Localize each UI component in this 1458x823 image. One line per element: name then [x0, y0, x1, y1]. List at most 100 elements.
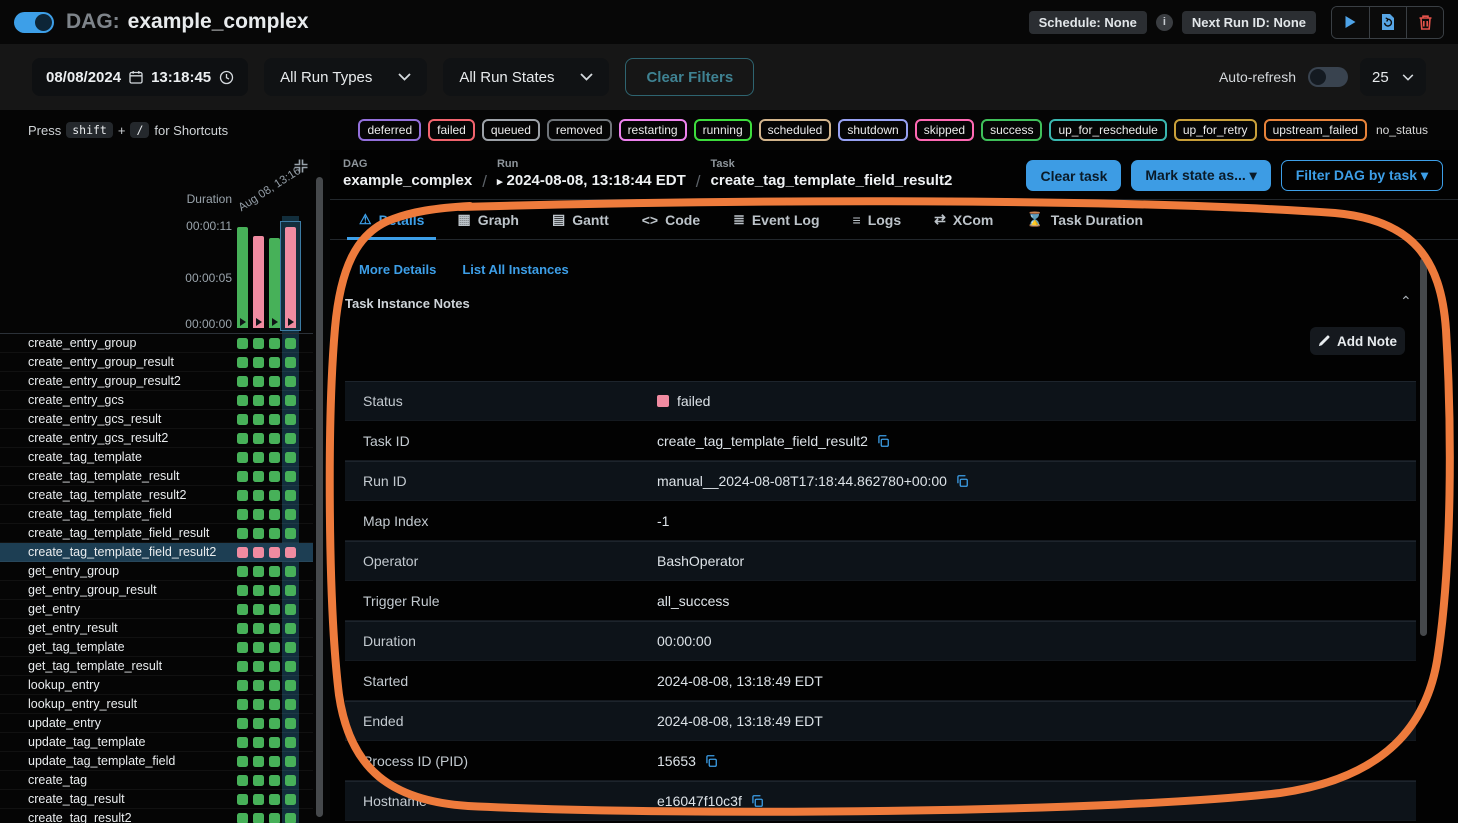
task-instance-square[interactable] — [237, 756, 248, 767]
task-instance-square[interactable] — [269, 338, 280, 349]
task-instance-square[interactable] — [237, 528, 248, 539]
task-instance-square[interactable] — [285, 452, 296, 463]
page-size-select[interactable]: 25 — [1360, 58, 1426, 96]
task-instance-square[interactable] — [237, 357, 248, 368]
task-instance-square[interactable] — [269, 452, 280, 463]
trigger-dag-button[interactable] — [1332, 7, 1369, 38]
mark-state-button[interactable]: Mark state as... ▾ — [1131, 160, 1270, 191]
scrollbar-thumb[interactable] — [316, 177, 323, 817]
task-row-create_entry_group_result[interactable]: create_entry_group_result — [0, 353, 313, 372]
task-instance-square[interactable] — [253, 452, 264, 463]
task-instance-square[interactable] — [269, 680, 280, 691]
task-row-lookup_entry[interactable]: lookup_entry — [0, 676, 313, 695]
legend-badge-running[interactable]: running — [694, 119, 752, 141]
task-row-get_tag_template_result[interactable]: get_tag_template_result — [0, 657, 313, 676]
legend-badge-scheduled[interactable]: scheduled — [759, 119, 832, 141]
task-instance-square[interactable] — [237, 471, 248, 482]
task-instance-square[interactable] — [285, 718, 296, 729]
task-instance-square[interactable] — [237, 680, 248, 691]
task-instance-square[interactable] — [285, 528, 296, 539]
task-instance-square[interactable] — [237, 718, 248, 729]
task-instance-square[interactable] — [237, 338, 248, 349]
task-row-update_entry[interactable]: update_entry — [0, 714, 313, 733]
task-instance-square[interactable] — [285, 414, 296, 425]
task-instance-square[interactable] — [269, 528, 280, 539]
task-instance-square[interactable] — [269, 813, 280, 823]
task-instance-square[interactable] — [285, 680, 296, 691]
task-instance-square[interactable] — [269, 737, 280, 748]
task-instance-square[interactable] — [285, 547, 296, 558]
task-instance-square[interactable] — [253, 547, 264, 558]
task-row-create_entry_group_result2[interactable]: create_entry_group_result2 — [0, 372, 313, 391]
task-row-update_tag_template_field[interactable]: update_tag_template_field — [0, 752, 313, 771]
task-instance-square[interactable] — [285, 433, 296, 444]
task-instance-square[interactable] — [269, 718, 280, 729]
legend-badge-failed[interactable]: failed — [428, 119, 475, 141]
task-row-update_tag_template[interactable]: update_tag_template — [0, 733, 313, 752]
run-types-select[interactable]: All Run Types — [264, 58, 427, 96]
task-instance-square[interactable] — [237, 433, 248, 444]
copy-icon[interactable] — [955, 474, 969, 488]
details-scrollbar[interactable] — [1420, 250, 1428, 823]
task-instance-square[interactable] — [237, 813, 248, 823]
task-instance-square[interactable] — [253, 642, 264, 653]
task-instance-square[interactable] — [285, 623, 296, 634]
task-row-create_tag_template_result2[interactable]: create_tag_template_result2 — [0, 486, 313, 505]
task-instance-square[interactable] — [285, 794, 296, 805]
run-expand-icon[interactable]: ▸ — [497, 176, 503, 188]
task-instance-square[interactable] — [285, 661, 296, 672]
task-instance-square[interactable] — [285, 566, 296, 577]
sidebar-scrollbar[interactable] — [316, 155, 324, 823]
task-instance-square[interactable] — [253, 756, 264, 767]
task-instance-square[interactable] — [237, 794, 248, 805]
auto-refresh-toggle[interactable] — [1308, 67, 1348, 87]
task-row-get_entry_result[interactable]: get_entry_result — [0, 619, 313, 638]
task-row-create_tag_result2[interactable]: create_tag_result2 — [0, 809, 313, 823]
task-row-create_entry_gcs_result[interactable]: create_entry_gcs_result — [0, 410, 313, 429]
more-details-link[interactable]: More Details — [359, 262, 436, 277]
task-instance-square[interactable] — [285, 699, 296, 710]
copy-icon[interactable] — [704, 754, 718, 768]
task-instance-square[interactable] — [237, 699, 248, 710]
task-instance-square[interactable] — [237, 376, 248, 387]
task-instance-square[interactable] — [253, 813, 264, 823]
task-instance-square[interactable] — [253, 775, 264, 786]
legend-badge-removed[interactable]: removed — [547, 119, 612, 141]
task-instance-square[interactable] — [237, 414, 248, 425]
collapse-notes-icon[interactable]: ⌃ — [1400, 293, 1412, 310]
task-row-get_entry_group_result[interactable]: get_entry_group_result — [0, 581, 313, 600]
legend-badge-up_for_reschedule[interactable]: up_for_reschedule — [1049, 119, 1166, 141]
task-instance-square[interactable] — [253, 490, 264, 501]
task-instance-square[interactable] — [269, 376, 280, 387]
task-row-get_tag_template[interactable]: get_tag_template — [0, 638, 313, 657]
task-instance-square[interactable] — [269, 585, 280, 596]
breadcrumb-task-value[interactable]: create_tag_template_field_result2 — [711, 172, 953, 189]
run-bar-1[interactable] — [253, 236, 264, 328]
reparse-dag-button[interactable] — [1369, 7, 1406, 38]
task-instance-square[interactable] — [269, 357, 280, 368]
task-row-create_tag_template_field[interactable]: create_tag_template_field — [0, 505, 313, 524]
legend-badge-shutdown[interactable]: shutdown — [838, 119, 907, 141]
task-instance-square[interactable] — [269, 775, 280, 786]
task-instance-square[interactable] — [253, 794, 264, 805]
task-instance-square[interactable] — [285, 376, 296, 387]
task-instance-square[interactable] — [237, 566, 248, 577]
legend-badge-queued[interactable]: queued — [482, 119, 540, 141]
tab-code[interactable]: <>Code — [630, 200, 712, 239]
task-instance-square[interactable] — [253, 737, 264, 748]
task-instance-square[interactable] — [285, 775, 296, 786]
clear-filters-button[interactable]: Clear Filters — [625, 58, 754, 96]
legend-badge-deferred[interactable]: deferred — [358, 119, 421, 141]
task-instance-square[interactable] — [285, 737, 296, 748]
legend-badge-no_status[interactable]: no_status — [1374, 121, 1430, 139]
task-instance-square[interactable] — [269, 642, 280, 653]
task-instance-square[interactable] — [253, 680, 264, 691]
task-row-get_entry[interactable]: get_entry — [0, 600, 313, 619]
task-row-create_entry_group[interactable]: create_entry_group — [0, 334, 313, 353]
task-instance-square[interactable] — [253, 376, 264, 387]
task-instance-square[interactable] — [285, 585, 296, 596]
task-instance-square[interactable] — [253, 509, 264, 520]
task-instance-square[interactable] — [269, 661, 280, 672]
tab-details[interactable]: ⚠Details — [347, 200, 436, 239]
task-instance-square[interactable] — [253, 433, 264, 444]
